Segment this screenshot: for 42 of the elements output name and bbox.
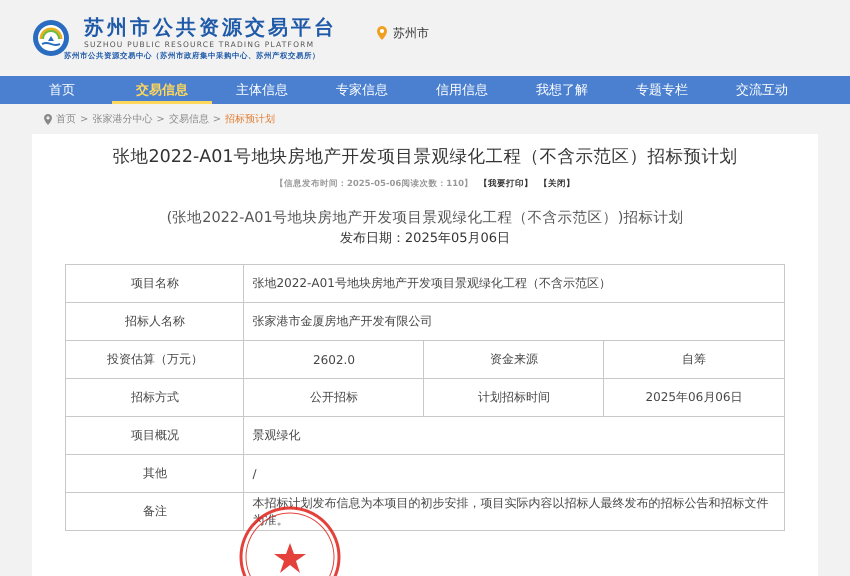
breadcrumb-separator: > <box>156 114 165 124</box>
field-label: 项目概况 <box>66 416 244 454</box>
action-link[interactable]: 【我要打印】 <box>479 178 534 190</box>
nav-tab[interactable]: 交流互动 <box>712 76 812 104</box>
article-title: 张地2022-A01号地块房地产开发项目景观绿化工程（不含示范区）招标预计划 <box>112 146 738 168</box>
field-value: 2025年06月06日 <box>604 378 784 416</box>
field-value: / <box>244 454 784 492</box>
breadcrumb-link[interactable]: 首页 <box>56 112 76 126</box>
field-value: 张地2022-A01号地块房地产开发项目景观绿化工程（不含示范区） <box>244 264 784 302</box>
nav-tab[interactable]: 交易信息 <box>112 76 212 104</box>
field-label: 资金来源 <box>424 340 604 378</box>
field-value: 2602.0 <box>244 340 424 378</box>
field-label: 备注 <box>66 492 244 530</box>
breadcrumb-separator: > <box>80 114 88 124</box>
field-value: 张家港市金厦房地产开发有限公司 <box>244 302 784 340</box>
publish-date: 发布日期：2025年05月06日 <box>340 230 510 247</box>
breadcrumb-separator: > <box>212 114 222 124</box>
action-link[interactable]: 【关闭】 <box>539 178 576 190</box>
breadcrumb-link[interactable]: 招标预计划 <box>225 112 276 126</box>
field-value: 景观绿化 <box>244 416 784 454</box>
field-label: 招标人名称 <box>66 302 244 340</box>
plan-subtitle: (张地2022-A01号地块房地产开发项目景观绿化工程（不含示范区）)招标计划 <box>166 208 684 227</box>
field-label: 招标方式 <box>66 378 244 416</box>
breadcrumb-link[interactable]: 交易信息 <box>168 112 209 126</box>
location-pin-icon <box>377 26 387 40</box>
field-value: 自筹 <box>604 340 784 378</box>
nav-tab[interactable]: 专家信息 <box>312 76 412 104</box>
publish-meta: 【信息发布时间：2025-05-06阅读次数：110】 <box>274 178 474 190</box>
location-pin-icon <box>44 114 52 124</box>
location-label[interactable]: 苏州市 <box>393 24 429 42</box>
nav-tab[interactable]: 我想了解 <box>512 76 612 104</box>
nav-tab[interactable]: 首页 <box>12 76 112 104</box>
field-label: 项目名称 <box>66 264 244 302</box>
breadcrumb-link[interactable]: 张家港分中心 <box>92 112 152 126</box>
field-label: 投资估算（万元） <box>66 340 244 378</box>
nav-tab[interactable]: 主体信息 <box>212 76 312 104</box>
nav-tab[interactable]: 专题专栏 <box>612 76 712 104</box>
field-label: 计划招标时间 <box>424 378 604 416</box>
nav-tab[interactable]: 信用信息 <box>412 76 512 104</box>
logo-title: 苏州市公共资源交易平台 <box>84 14 337 38</box>
field-label: 其他 <box>66 454 244 492</box>
field-value: 公开招标 <box>244 378 424 416</box>
